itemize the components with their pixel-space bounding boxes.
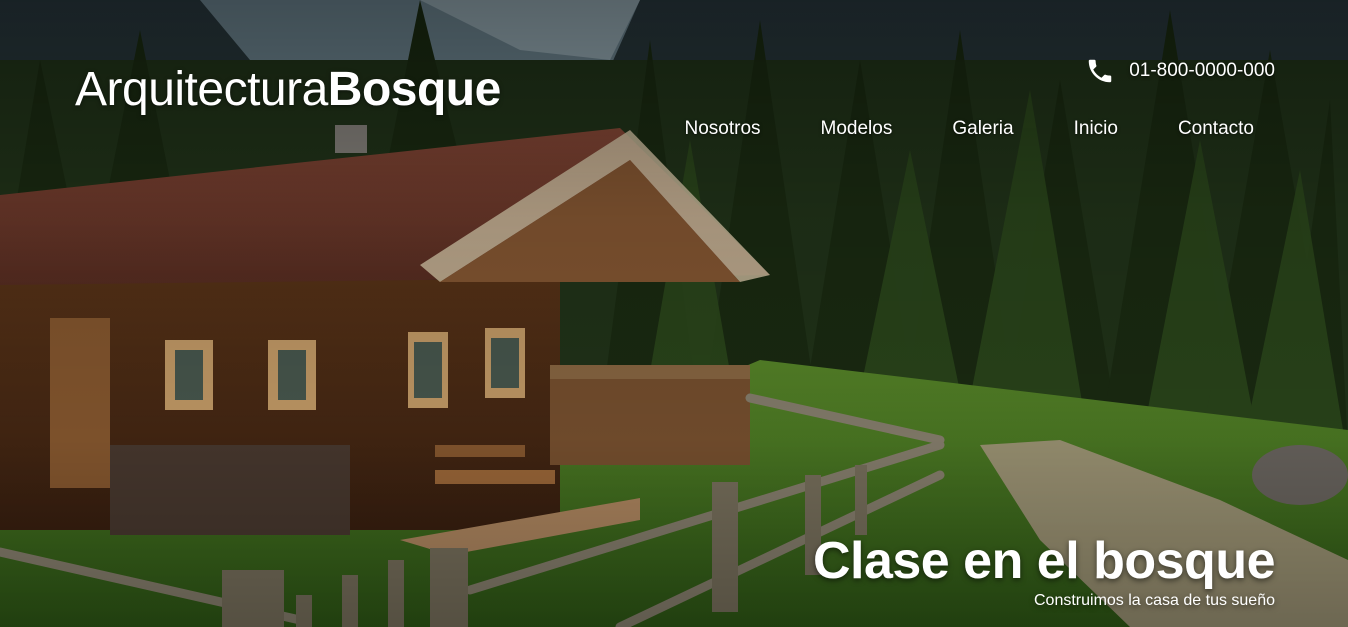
nav-item-modelos[interactable]: Modelos: [821, 116, 893, 142]
phone-icon: [1085, 56, 1115, 86]
phone-number: 01-800-0000-000: [1129, 60, 1275, 81]
logo-light-text: Arquitectura: [75, 63, 328, 116]
nav-item-contacto[interactable]: Contacto: [1178, 116, 1254, 142]
nav-item-nosotros[interactable]: Nosotros: [684, 116, 760, 142]
main-navigation: Nosotros Modelos Galeria Inicio Contacto: [684, 116, 1254, 142]
nav-item-galeria[interactable]: Galeria: [952, 116, 1013, 142]
site-logo[interactable]: ArquitecturaBosque: [75, 62, 501, 118]
hero-title: Clase en el bosque: [812, 532, 1276, 590]
hero-subtitle: Construimos la casa de tus sueño: [1033, 592, 1275, 609]
hero-caption: Clase en el bosque Construimos la casa d…: [812, 532, 1276, 611]
contact-phone[interactable]: 01-800-0000-000: [1085, 56, 1275, 86]
logo-bold-text: Bosque: [327, 63, 502, 116]
nav-item-inicio[interactable]: Inicio: [1074, 116, 1118, 142]
